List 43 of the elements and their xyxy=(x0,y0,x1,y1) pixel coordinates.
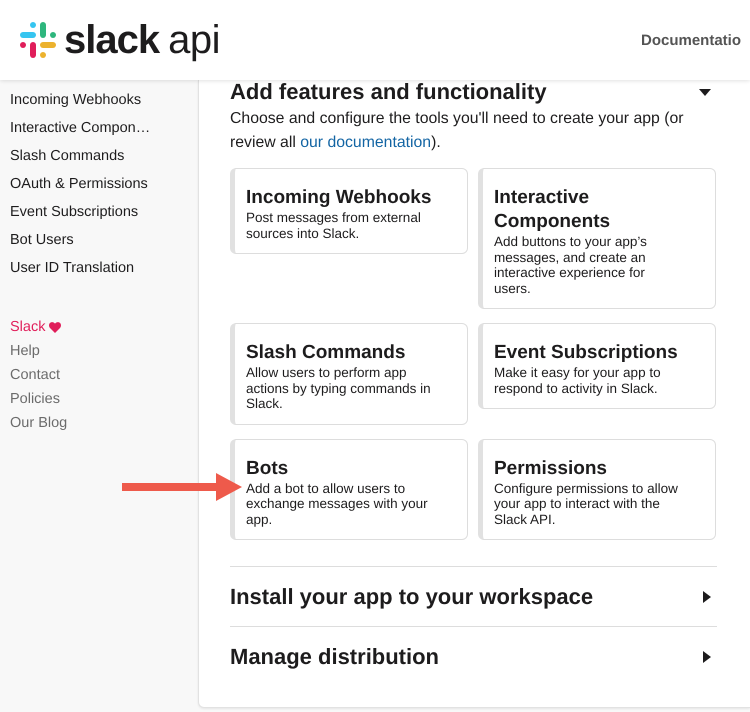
heart-icon xyxy=(49,322,62,332)
nav-link[interactable]: Documentatio xyxy=(641,32,742,48)
sidebar-item[interactable]: Event Subscriptions xyxy=(10,198,138,226)
sidebar-item[interactable]: Slash Commands xyxy=(10,142,124,170)
card-title: Permissions xyxy=(494,456,608,480)
sidebar-item[interactable]: Bot Users xyxy=(10,226,74,254)
caret-right-icon[interactable] xyxy=(703,590,711,602)
section-title: Manage distribution xyxy=(230,644,439,670)
card-description: Post messages from external sources into Slack. xyxy=(246,210,422,241)
sidebar-item[interactable]: Interactive Compon… xyxy=(10,114,150,142)
sidebar-item[interactable]: User ID Translation xyxy=(10,254,134,282)
logo-wordmark: slack xyxy=(64,18,160,62)
feature-card[interactable]: Slash Commands Allow users to perform app actions by typing commands in Slack. xyxy=(230,323,468,424)
footer-link[interactable]: Policies xyxy=(10,387,60,411)
card-title: Event Subscriptions xyxy=(494,341,679,365)
feature-card[interactable]: Incoming Webhooks Post messages from external sources into Slack. xyxy=(230,168,468,254)
caret-right-icon[interactable] xyxy=(703,650,711,662)
card-title: Bots xyxy=(246,456,290,480)
card-description: Add buttons to your app’s messages, and create an interactive experience for users. xyxy=(494,234,648,296)
card-description: Allow users to perform app actions by typing commands in Slack. xyxy=(246,365,432,412)
footer-link[interactable]: Contact xyxy=(10,363,60,387)
logo-suffix: api xyxy=(168,18,220,62)
caret-down-icon[interactable] xyxy=(699,88,711,96)
footer-link[interactable]: Slack xyxy=(10,315,62,339)
sidebar-item[interactable]: OAuth & Permissions xyxy=(10,170,148,198)
feature-card[interactable]: Interactive Components Add buttons to your app’s messages, and create an interactive experience for users. xyxy=(478,168,716,309)
footer-link[interactable]: Help xyxy=(10,339,40,363)
card-title: Incoming Webhooks xyxy=(246,186,432,210)
footer-link[interactable]: Our Blog xyxy=(10,411,68,435)
intro-text: Choose and configure the tools you'll need to create your app (or review all our documentation). xyxy=(230,109,685,153)
sidebar-item[interactable]: Incoming Webhooks xyxy=(10,86,142,114)
card-description: Configure permissions to allow your app to interact with the Slack API. xyxy=(494,480,679,527)
card-title: Slash Commands xyxy=(246,341,406,365)
card-description: Make it easy for your app to respond to activity in Slack. xyxy=(494,365,662,396)
feature-card[interactable]: Bots Add a bot to allow users to exchange messages with your app. xyxy=(230,438,468,540)
card-title: Interactive Components xyxy=(494,186,612,234)
feature-card[interactable]: Event Subscriptions Make it easy for your app to respond to activity in Slack. xyxy=(478,323,716,409)
documentation-link[interactable]: our documentation xyxy=(300,134,432,151)
feature-card[interactable]: Permissions Configure permissions to allow your app to interact with the Slack API. xyxy=(478,438,716,540)
section-title: Install your app to your workspace xyxy=(230,584,594,610)
logo-icon[interactable] xyxy=(20,22,56,58)
card-description: Add a bot to allow users to exchange messages with your app. xyxy=(246,480,429,527)
section-title: Add features and functionality xyxy=(230,79,547,105)
